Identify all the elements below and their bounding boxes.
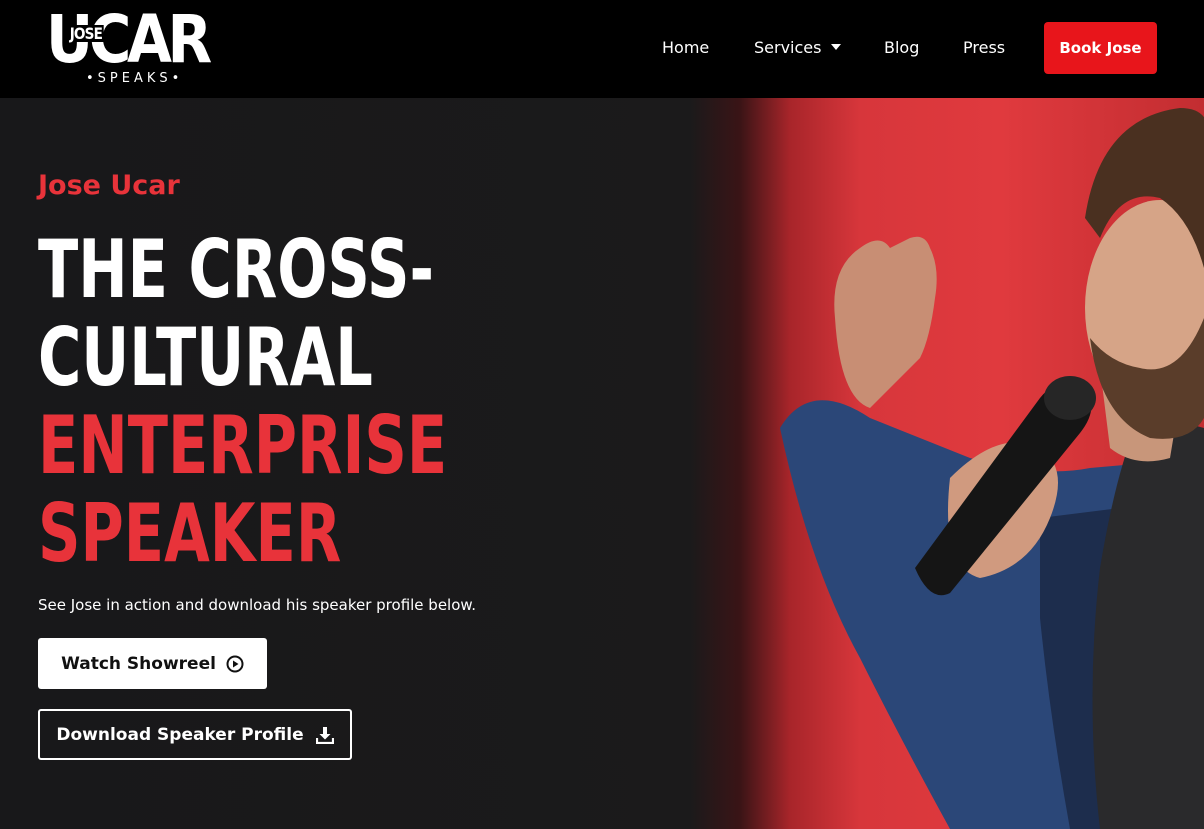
hero-section: Jose Ucar THE CROSS- CULTURAL ENTERPRISE… xyxy=(0,98,1204,829)
download-icon xyxy=(315,726,334,744)
nav-item-services[interactable]: Services xyxy=(754,38,842,57)
hero-subtext: See Jose in action and download his spea… xyxy=(38,596,477,614)
nav-item-label: Services xyxy=(754,38,822,57)
nav-item-home[interactable]: Home xyxy=(662,38,709,57)
logo-tagline: •SPEAKS• xyxy=(86,71,184,86)
book-jose-button[interactable]: Book Jose xyxy=(1044,22,1157,74)
watch-showreel-label: Watch Showreel xyxy=(61,653,216,674)
chevron-down-icon xyxy=(831,44,842,50)
watch-showreel-button[interactable]: Watch Showreel xyxy=(38,638,267,689)
headline-line-1: THE CROSS- xyxy=(38,223,435,316)
play-circle-icon xyxy=(226,655,244,672)
nav-item-press[interactable]: Press xyxy=(963,38,1005,57)
headline-line-4: SPEAKER xyxy=(38,487,342,580)
nav-item-blog[interactable]: Blog xyxy=(884,38,919,57)
site-logo[interactable]: UCAR JOSE •SPEAKS• xyxy=(46,7,218,90)
headline-line-2: CULTURAL xyxy=(38,311,373,404)
speaker-photo xyxy=(780,108,1204,829)
headline-line-3: ENTERPRISE xyxy=(38,399,448,492)
hero-headline: THE CROSS- CULTURAL ENTERPRISE SPEAKER xyxy=(38,226,447,578)
logo-first-name: JOSE xyxy=(68,24,104,43)
download-speaker-profile-button[interactable]: Download Speaker Profile xyxy=(38,709,352,760)
hero-eyebrow: Jose Ucar xyxy=(38,170,180,201)
site-header: UCAR JOSE •SPEAKS• Home Services Blog Pr… xyxy=(0,0,1204,98)
download-profile-label: Download Speaker Profile xyxy=(56,724,304,745)
